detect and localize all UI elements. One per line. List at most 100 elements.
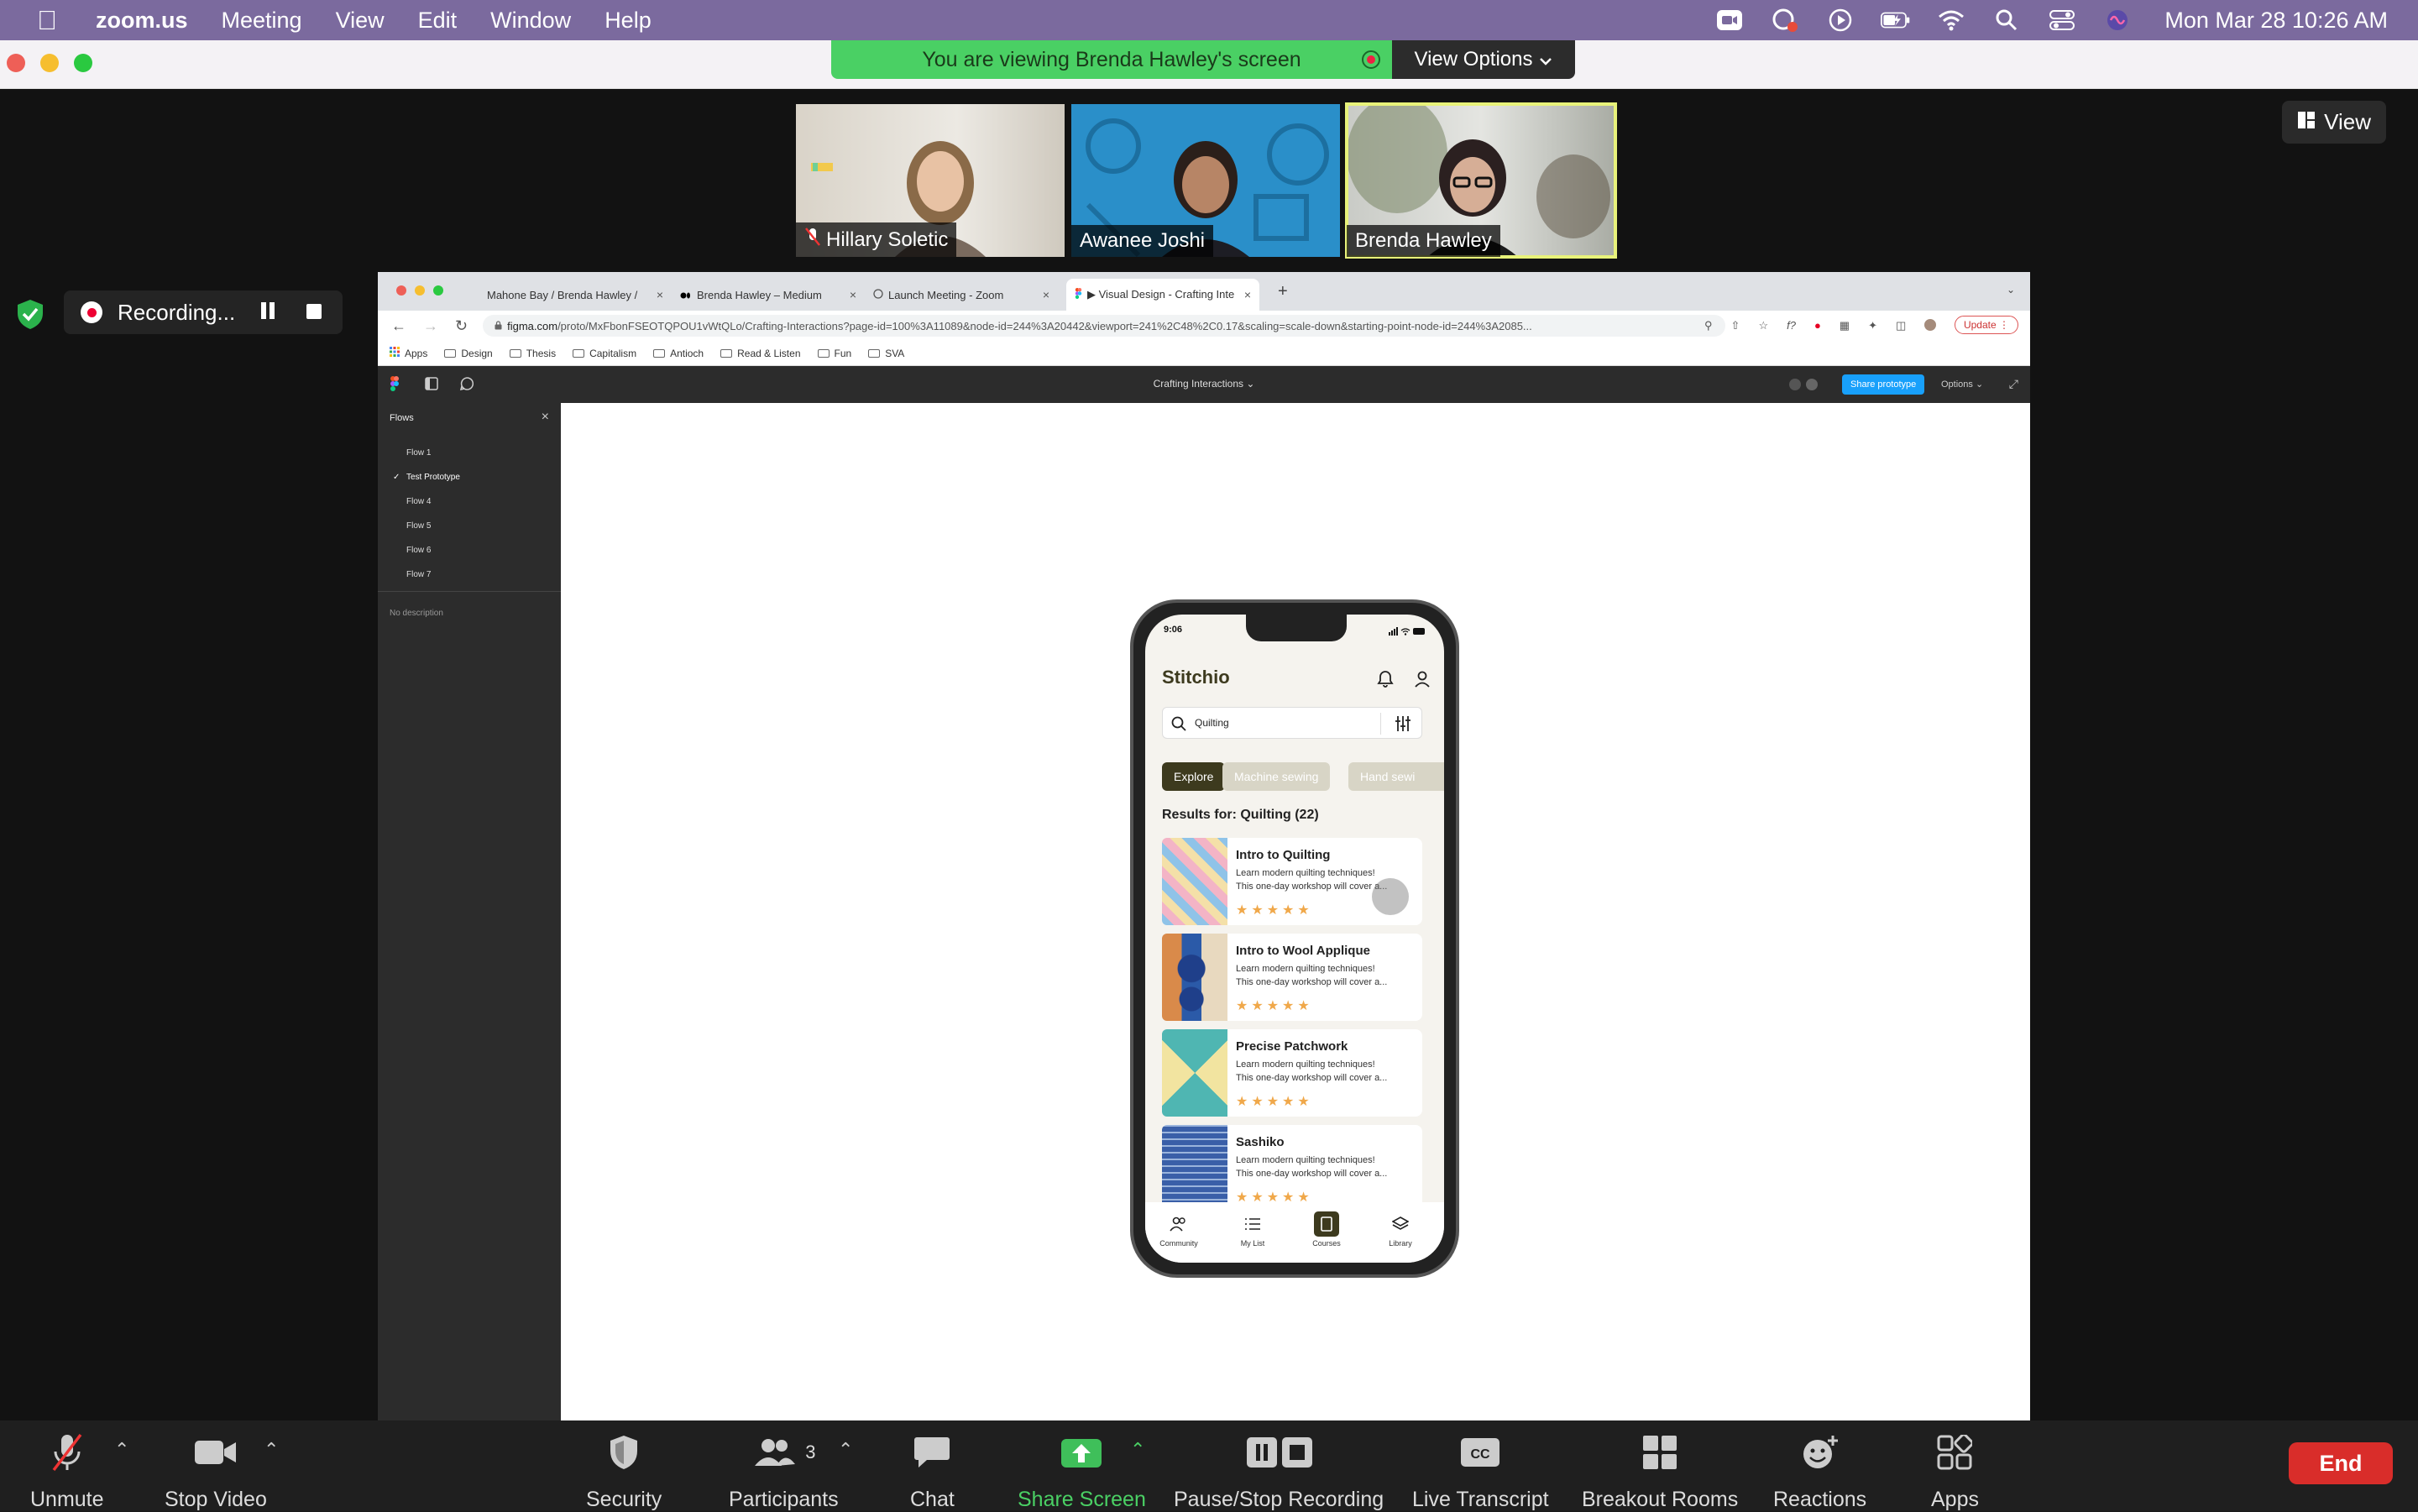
menu-meeting[interactable]: Meeting	[222, 8, 302, 34]
menu-help[interactable]: Help	[604, 8, 652, 34]
back-arrow-icon[interactable]: ←	[391, 317, 406, 335]
bookmark-folder[interactable]: SVA	[868, 348, 904, 359]
bookmark-folder[interactable]: Design	[444, 348, 493, 359]
browser-tab[interactable]: Mahone Bay / Brenda Hawley / ×	[479, 279, 672, 311]
view-layout-button[interactable]: View	[2282, 101, 2386, 144]
profile-avatar-icon[interactable]	[1924, 319, 1937, 333]
share-page-icon[interactable]: ⇧	[1731, 319, 1740, 333]
video-options-caret-icon[interactable]: ⌃	[264, 1439, 279, 1461]
flow-item[interactable]: Flow 6	[406, 546, 431, 555]
browser-minimize-button[interactable]	[415, 285, 425, 296]
encryption-shield-icon[interactable]	[13, 297, 47, 331]
close-tab-icon[interactable]: ×	[1244, 288, 1251, 301]
fullscreen-icon[interactable]: ⤢	[2009, 377, 2018, 391]
participant-video-active-speaker[interactable]: Brenda Hawley	[1345, 102, 1617, 259]
share-prototype-button[interactable]: Share prototype	[1842, 374, 1925, 395]
breakout-rooms-button[interactable]: Breakout Rooms	[1582, 1432, 1738, 1512]
wifi-icon[interactable]	[1936, 8, 1966, 33]
chip-explore[interactable]: Explore	[1162, 762, 1226, 791]
close-tab-icon[interactable]: ×	[1043, 288, 1049, 301]
close-tab-icon[interactable]: ×	[657, 288, 663, 301]
share-screen-button[interactable]: Share Screen	[1018, 1432, 1146, 1512]
apple-icon[interactable]: 	[34, 5, 60, 36]
apps-button[interactable]: Apps	[1931, 1432, 1979, 1512]
fullscreen-window-button[interactable]	[74, 54, 92, 72]
browser-tab[interactable]: Launch Meeting - Zoom ×	[865, 279, 1058, 311]
pause-stop-recording-button[interactable]: Pause/Stop Recording	[1174, 1432, 1384, 1512]
participants-button[interactable]: 3 Participants	[729, 1432, 839, 1512]
battery-icon[interactable]	[1881, 8, 1911, 33]
search-input[interactable]: Quilting	[1195, 717, 1229, 729]
figma-file-title[interactable]: Crafting Interactions ⌄	[378, 378, 2030, 390]
app-menu[interactable]: zoom.us	[96, 8, 188, 34]
sidebar-toggle-icon[interactable]: ◫	[1896, 319, 1906, 333]
reload-icon[interactable]: ↻	[455, 317, 468, 335]
play-circle-icon[interactable]	[1825, 8, 1855, 33]
chat-button[interactable]: Chat	[910, 1432, 955, 1512]
flow-item[interactable]: Flow 5	[406, 521, 431, 531]
pinterest-extension-icon[interactable]: ●	[1814, 319, 1821, 333]
bookmark-apps[interactable]: Apps	[390, 347, 427, 359]
bookmark-folder[interactable]: Thesis	[509, 348, 556, 359]
close-tab-icon[interactable]: ×	[850, 288, 856, 301]
browser-tab[interactable]: Brenda Hawley – Medium ×	[672, 279, 865, 311]
share-options-caret-icon[interactable]: ⌃	[1130, 1439, 1145, 1461]
tab-community[interactable]: Community	[1145, 1212, 1212, 1248]
bell-icon[interactable]	[1377, 670, 1394, 693]
browser-tab-active[interactable]: ▶ Visual Design - Crafting Inte ×	[1066, 279, 1259, 311]
tab-search-icon[interactable]: ⌄	[2007, 284, 2015, 296]
new-tab-button[interactable]: +	[1278, 282, 1288, 301]
chip-hand-sewing[interactable]: Hand sewi	[1348, 762, 1444, 791]
flow-item[interactable]: Flow 1	[406, 448, 431, 458]
course-card[interactable]: Intro to Wool Applique Learn modern quil…	[1162, 934, 1422, 1021]
function-extension-icon[interactable]: f?	[1787, 319, 1796, 333]
menu-window[interactable]: Window	[490, 8, 571, 34]
extension-icon[interactable]: ▦	[1840, 319, 1850, 333]
pause-recording-button[interactable]	[260, 300, 275, 326]
security-button[interactable]: Security	[586, 1432, 662, 1512]
browser-close-button[interactable]	[396, 285, 406, 296]
browser-update-button[interactable]: Update ⋮	[1954, 316, 2018, 334]
menu-view[interactable]: View	[336, 8, 385, 34]
reactions-button[interactable]: Reactions	[1773, 1432, 1866, 1512]
minimize-window-button[interactable]	[40, 54, 59, 72]
address-bar[interactable]: figma.com /proto/MxFbonFSEOTQPOU1vWtQLo/…	[483, 315, 1726, 337]
search-bar[interactable]: Quilting	[1162, 707, 1422, 739]
participant-video[interactable]: Hillary Soletic	[796, 104, 1065, 257]
course-card[interactable]: Sashiko Learn modern quilting techniques…	[1162, 1125, 1422, 1212]
puzzle-extensions-icon[interactable]: ✦	[1868, 319, 1877, 333]
flow-item[interactable]: Flow 4	[406, 497, 431, 506]
close-window-button[interactable]	[7, 54, 25, 72]
bookmark-folder[interactable]: Capitalism	[573, 348, 636, 359]
forward-arrow-icon[interactable]: →	[423, 317, 438, 335]
close-panel-icon[interactable]: ×	[542, 410, 549, 425]
unmute-button[interactable]: Unmute	[30, 1432, 104, 1512]
options-dropdown[interactable]: Options ⌄	[1941, 379, 1983, 390]
course-card[interactable]: Intro to Quilting Learn modern quilting …	[1162, 838, 1422, 925]
bookmark-folder[interactable]: Fun	[817, 348, 851, 359]
zoom-camera-icon[interactable]	[1714, 8, 1745, 33]
participants-options-caret-icon[interactable]: ⌃	[838, 1439, 853, 1461]
clock[interactable]: Mon Mar 28 10:26 AM	[2164, 8, 2388, 34]
live-transcript-button[interactable]: CC Live Transcript	[1412, 1432, 1549, 1512]
flow-item[interactable]: Flow 7	[406, 570, 431, 579]
tab-my-list[interactable]: My List	[1219, 1212, 1286, 1248]
tab-courses-active[interactable]: Courses	[1293, 1211, 1360, 1248]
filter-sliders-icon[interactable]	[1395, 715, 1411, 736]
audio-options-caret-icon[interactable]: ⌃	[114, 1439, 129, 1461]
menu-edit[interactable]: Edit	[418, 8, 458, 34]
screen-share-status-icon[interactable]	[1770, 8, 1800, 33]
bookmark-folder[interactable]: Antioch	[653, 348, 704, 359]
control-center-icon[interactable]	[2047, 8, 2077, 33]
stop-recording-button[interactable]	[306, 300, 322, 326]
siri-icon[interactable]	[2102, 8, 2133, 33]
zoom-icon[interactable]: ⚲	[1704, 319, 1713, 333]
tab-library[interactable]: Library	[1367, 1212, 1434, 1248]
spotlight-search-icon[interactable]	[1991, 8, 2022, 33]
end-meeting-button[interactable]: End	[2289, 1442, 2393, 1484]
course-card[interactable]: Precise Patchwork Learn modern quilting …	[1162, 1029, 1422, 1117]
chip-machine-sewing[interactable]: Machine sewing	[1222, 762, 1331, 791]
participant-video[interactable]: Awanee Joshi	[1071, 104, 1340, 257]
browser-fullscreen-button[interactable]	[433, 285, 443, 296]
flow-item-selected[interactable]: ✓ Test Prototype	[393, 473, 460, 482]
